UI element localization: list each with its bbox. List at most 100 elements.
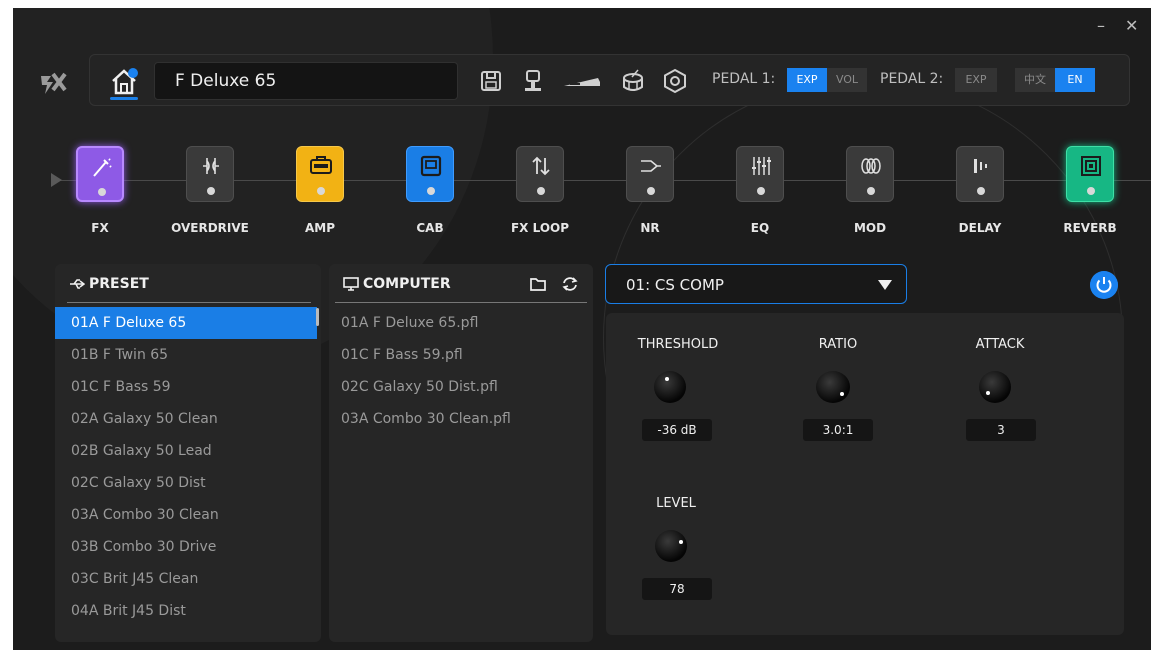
preset-item[interactable]: 03A Combo 30 Clean — [55, 499, 313, 531]
ratio-knob[interactable] — [816, 371, 850, 403]
param-label-attack: ATTACK — [975, 337, 1025, 352]
param-label-ratio: RATIO — [818, 337, 858, 352]
top-toolbar: F Deluxe 65 PEDAL 1: EXP VOL PEDAL 2: EX… — [89, 54, 1130, 106]
divider — [335, 302, 587, 303]
tuner-icon[interactable] — [520, 68, 546, 94]
chain-label-eq: EQ — [750, 221, 770, 235]
pedal1-vol-button[interactable]: VOL — [827, 68, 867, 92]
attack-knob[interactable] — [979, 371, 1011, 403]
fx-loop-icon — [532, 156, 550, 176]
signal-chain-input-arrow — [51, 173, 62, 187]
preset-panel-title: PRESET — [89, 276, 149, 292]
chain-label-mod: MOD — [853, 221, 887, 235]
chain-block-eq[interactable] — [736, 146, 784, 202]
pedal1-label: PEDAL 1: — [712, 71, 776, 87]
computer-file-item[interactable]: 03A Combo 30 Clean.pfl — [325, 403, 585, 435]
computer-panel: COMPUTER 01A F Deluxe 65.pfl 01C F Bass … — [329, 264, 593, 642]
computer-file-item[interactable]: 01C F Bass 59.pfl — [325, 339, 585, 371]
chain-block-fx[interactable] — [76, 146, 124, 202]
chain-block-amp[interactable] — [296, 146, 344, 202]
computer-file-item[interactable]: 01A F Deluxe 65.pfl — [325, 307, 585, 339]
chain-block-overdrive[interactable] — [186, 146, 234, 202]
computer-panel-title: COMPUTER — [363, 276, 451, 292]
chain-label-fx: FX — [91, 221, 109, 235]
chain-label-fx-loop: FX LOOP — [510, 221, 570, 235]
preset-item[interactable]: 03B Combo 30 Drive — [55, 531, 313, 563]
reverb-icon — [1081, 156, 1101, 176]
usb-icon — [70, 279, 85, 289]
cab-icon — [420, 155, 442, 177]
block-footswitch — [867, 187, 875, 195]
save-icon[interactable] — [478, 68, 504, 94]
preset-item[interactable]: 02B Galaxy 50 Lead — [55, 435, 313, 467]
level-value[interactable]: 78 — [642, 578, 712, 600]
computer-panel-header: COMPUTER — [329, 264, 593, 304]
computer-icon — [343, 277, 359, 291]
home-icon — [112, 68, 138, 95]
preset-panel-header: PRESET — [55, 264, 321, 304]
chain-block-reverb[interactable] — [1066, 146, 1114, 202]
folder-icon[interactable] — [529, 276, 547, 292]
effect-parameter-panel: THRESHOLD -36 dB RATIO 3.0:1 ATTACK 3 LE… — [606, 313, 1124, 635]
threshold-knob[interactable] — [654, 371, 686, 403]
preset-name-text: F Deluxe 65 — [175, 71, 277, 91]
chain-label-cab: CAB — [416, 221, 444, 235]
level-knob[interactable] — [655, 530, 687, 562]
fx-wand-icon — [93, 158, 112, 177]
app-window: – ✕ F Deluxe 65 PEDAL 1: EXP VOL PEDAL 2… — [13, 8, 1151, 650]
home-active-indicator — [110, 97, 138, 100]
preset-item[interactable]: 02C Galaxy 50 Dist — [55, 467, 313, 499]
chain-block-delay[interactable] — [956, 146, 1004, 202]
block-footswitch — [977, 187, 985, 195]
settings-icon[interactable] — [662, 68, 688, 94]
chain-label-nr: NR — [640, 221, 660, 235]
preset-item[interactable]: 01C F Bass 59 — [55, 371, 313, 403]
preset-list-scrollbar[interactable] — [316, 308, 319, 326]
chain-label-delay: DELAY — [958, 221, 1002, 235]
chain-block-mod[interactable] — [846, 146, 894, 202]
effect-model-value: 01: CS COMP — [626, 276, 724, 294]
pedal2-label: PEDAL 2: — [880, 71, 944, 87]
modulation-icon — [861, 158, 881, 174]
block-footswitch — [647, 187, 655, 195]
home-button[interactable] — [108, 67, 140, 100]
lang-zh-button[interactable]: 中文 — [1015, 68, 1055, 92]
preset-name-field[interactable]: F Deluxe 65 — [154, 62, 458, 100]
block-footswitch — [317, 187, 325, 195]
divider — [67, 302, 311, 303]
minimize-button[interactable]: – — [1097, 16, 1105, 35]
chain-block-nr[interactable] — [626, 146, 674, 202]
param-label-level: LEVEL — [656, 496, 696, 511]
block-footswitch — [1087, 187, 1095, 195]
preset-item[interactable]: 04A Brit J45 Dist — [55, 595, 313, 627]
close-button[interactable]: ✕ — [1125, 16, 1138, 35]
chain-label-amp: AMP — [304, 221, 336, 235]
block-footswitch — [98, 188, 106, 196]
chain-block-cab[interactable] — [406, 146, 454, 202]
app-logo-icon — [41, 72, 67, 94]
preset-item[interactable]: 03C Brit J45 Clean — [55, 563, 313, 595]
ratio-value[interactable]: 3.0:1 — [803, 419, 873, 441]
chain-label-reverb: REVERB — [1063, 221, 1117, 235]
eq-sliders-icon — [752, 157, 771, 175]
preset-item[interactable]: 01A F Deluxe 65 — [55, 307, 317, 339]
power-button-icon[interactable] — [1090, 271, 1118, 299]
computer-file-item[interactable]: 02C Galaxy 50 Dist.pfl — [325, 371, 585, 403]
pedal2-exp-button[interactable]: EXP — [955, 68, 997, 92]
preset-item[interactable]: 01B F Twin 65 — [55, 339, 313, 371]
noise-reduction-icon — [641, 160, 661, 172]
threshold-value[interactable]: -36 dB — [642, 419, 712, 441]
guitar-cable-icon[interactable] — [562, 68, 602, 94]
dropdown-arrow-icon — [878, 280, 892, 290]
chain-block-fx-loop[interactable] — [516, 146, 564, 202]
pedal1-exp-button[interactable]: EXP — [787, 68, 827, 92]
block-footswitch — [427, 187, 435, 195]
effect-model-dropdown[interactable]: 01: CS COMP — [605, 264, 907, 304]
drum-icon[interactable] — [620, 68, 646, 94]
lang-en-button[interactable]: EN — [1055, 68, 1095, 92]
overdrive-icon — [203, 158, 219, 174]
preset-item[interactable]: 02A Galaxy 50 Clean — [55, 403, 313, 435]
refresh-icon[interactable] — [561, 275, 579, 293]
chain-label-overdrive: OVERDRIVE — [171, 221, 249, 235]
attack-value[interactable]: 3 — [966, 419, 1036, 441]
